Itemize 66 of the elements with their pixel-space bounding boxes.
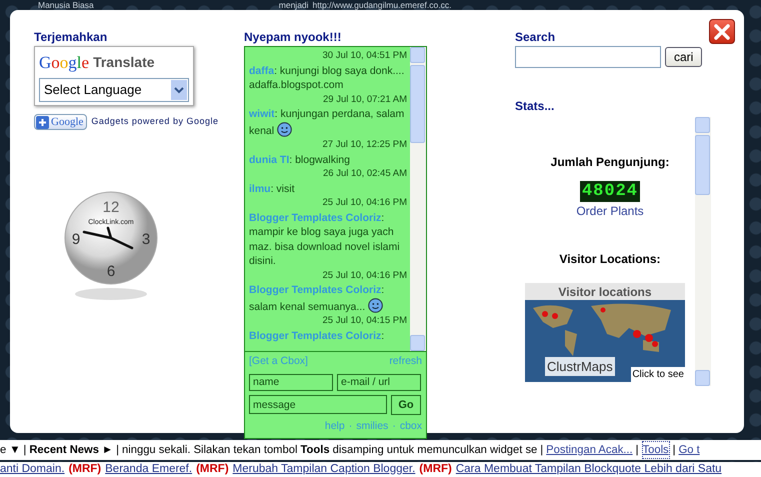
- search-button[interactable]: cari: [665, 47, 702, 67]
- timestamp-text: 26 Jul 10, 02:45 AM: [322, 167, 407, 181]
- section-heading: Nyepam nyook!!!: [244, 30, 342, 44]
- timestamp-text: 25 Jul 10, 04:15 PM: [322, 314, 407, 328]
- close-button[interactable]: [709, 19, 735, 44]
- separator-text: |: [540, 442, 544, 458]
- news-tag: (MRF): [68, 462, 102, 477]
- name-field[interactable]: name: [249, 374, 333, 391]
- close-icon: [713, 22, 731, 40]
- timestamp-text: 25 Jul 10, 04:16 PM: [322, 268, 407, 282]
- news-link[interactable]: anti Domain.: [0, 462, 65, 477]
- news-tag: (MRF): [419, 462, 452, 477]
- powered-by-text: Gadgets powered by Google: [91, 115, 218, 128]
- visitor-count-label: Jumlah Pengunjung:: [550, 154, 670, 171]
- separator-text: |: [672, 442, 676, 458]
- visitor-map-image[interactable]: Visitor locations ClustrMaps Click to see: [525, 283, 685, 382]
- news-link[interactable]: Merubah Tampilan Caption Blogger.: [232, 462, 416, 477]
- chat-message: Blogger Templates Coloriz: salam kenal semuanya...: [249, 283, 386, 314]
- google-logo: Google: [39, 52, 90, 74]
- section-heading: Search: [515, 30, 556, 44]
- product-name: Translate: [93, 53, 155, 72]
- news-link[interactable]: Cara Membuat Tampilan Blockquote Lebih dari Satu: [456, 462, 722, 477]
- separator-text: |: [116, 442, 120, 458]
- ticker-link[interactable]: Postingan Acak...: [546, 442, 633, 458]
- section-heading: Terjemahkan: [34, 30, 108, 44]
- separator-dot: ·: [392, 418, 396, 434]
- plus-icon: [36, 116, 49, 128]
- map-brand-text: ClustrMaps: [545, 356, 615, 376]
- news-link[interactable]: Beranda Emeref.: [105, 462, 192, 477]
- email-field[interactable]: e-mail / url: [337, 374, 421, 391]
- hit-counter: 48024: [580, 181, 640, 202]
- map-hint-text: Click to see: [631, 367, 685, 382]
- add-gadget-button[interactable]: Google: [34, 114, 88, 130]
- separator-text: |: [636, 442, 639, 458]
- timestamp-text: 27 Jul 10, 12:25 PM: [322, 138, 407, 152]
- separator-text: |: [23, 442, 26, 458]
- blog-title-text: Manusia Biasa: [38, 0, 94, 10]
- chat-message: wiwit: kunjungan perdana, salam kenal: [249, 107, 406, 138]
- locations-label: Visitor Locations:: [558, 251, 662, 268]
- ticker-message: ninggu sekali. Silakan tekan tombol Tools disamping untuk memunculkan widget se: [122, 442, 538, 458]
- search-field[interactable]: [515, 46, 661, 68]
- ticker-link[interactable]: Go t: [678, 442, 700, 458]
- chat-message: Blogger Templates Coloriz:: [249, 328, 386, 343]
- timestamp-text: 25 Jul 10, 04:16 PM: [322, 196, 407, 210]
- scrollbar[interactable]: [695, 117, 711, 386]
- order-plants-link[interactable]: Order Plants: [525, 202, 695, 220]
- chat-message: dunia TI: blogwalking: [249, 152, 351, 167]
- ticker-text: e ▼: [0, 442, 20, 458]
- url-link[interactable]: http://www.gudangilmu.emeref.co.cc: [312, 0, 450, 10]
- chat-message: ilmu: visit: [249, 182, 296, 196]
- background-text: menjadi: [278, 0, 309, 10]
- timestamp-text: 30 Jul 10, 04:51 PM: [322, 49, 407, 63]
- timestamp-text: 29 Jul 10, 07:21 AM: [322, 92, 407, 106]
- scrollbar[interactable]: [410, 47, 426, 351]
- ticker-heading: Recent News ►: [29, 442, 114, 458]
- message-field[interactable]: message: [249, 395, 387, 414]
- separator-dot: ·: [348, 418, 352, 434]
- map-title: Visitor locations: [525, 283, 685, 300]
- go-button[interactable]: Go: [391, 394, 421, 415]
- section-heading: Stats...: [515, 99, 556, 113]
- tools-link[interactable]: Tools: [642, 440, 670, 460]
- period-text: .: [449, 0, 452, 10]
- language-select[interactable]: Select Language: [39, 78, 189, 102]
- chat-message: daffa: kunjungi blog saya donk.... adaffa.blogspot.com: [249, 64, 406, 92]
- chat-message: Blogger Templates Coloriz: mampir ke blog saya juga yach maz. bisa download novel islami disini.: [249, 210, 401, 268]
- news-tag: (MRF): [196, 462, 229, 477]
